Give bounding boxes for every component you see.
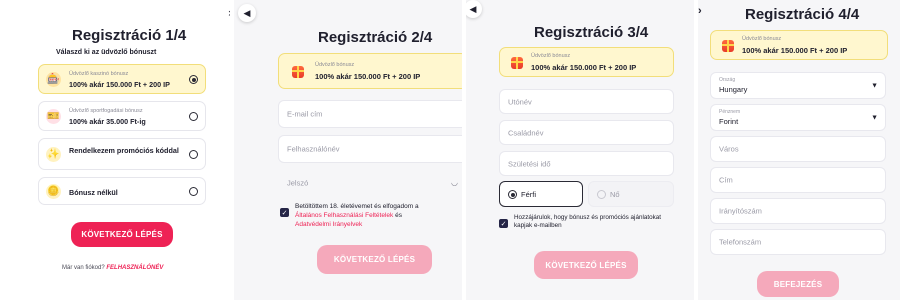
phone-placeholder: Telefonszám <box>719 237 762 247</box>
login-prefix-text: Már van fiókod? <box>62 265 105 271</box>
step3-title: Regisztráció 3/4 <box>534 24 649 41</box>
gift-icon <box>511 57 523 69</box>
casino-chip-icon: 🎰 <box>46 72 61 87</box>
password-placeholder: Jelszó <box>287 178 309 188</box>
next-step-button[interactable]: KÖVETKEZŐ LÉPÉS <box>317 245 432 274</box>
username-placeholder: Felhasználónév <box>287 144 340 154</box>
firstname-placeholder: Utónév <box>508 97 532 106</box>
country-select[interactable]: Ország Hungary ▼ <box>710 72 886 99</box>
password-field[interactable]: Jelszó ◡ <box>278 170 462 196</box>
currency-label: Pénznem <box>719 109 741 115</box>
bonus-option-title: Rendelkezem promóciós kóddal <box>69 146 179 155</box>
gift-icon <box>722 40 734 52</box>
bonus-banner-title: 100% akár 150.000 Ft + 200 IP <box>531 63 637 72</box>
terms-link-privacy[interactable]: Adatvédelmi Irányelvek <box>295 221 362 228</box>
terms-checkbox[interactable]: ✓ <box>280 208 289 217</box>
email-field[interactable]: E-mail cím <box>278 100 462 128</box>
login-prompt: Már van fiókod? FELHASZNÁLÓNÉV <box>62 265 163 271</box>
lastname-field[interactable]: Családnév <box>499 120 674 145</box>
lastname-placeholder: Családnév <box>508 128 544 137</box>
selected-bonus-banner: Üdvözlő bónusz 100% akár 150.000 Ft + 20… <box>710 30 888 60</box>
selected-bonus-banner: Üdvözlő bónusz 100% akár 150.000 Ft + 20… <box>499 47 674 77</box>
bonus-option-title: Bónusz nélkül <box>69 188 118 197</box>
address-field[interactable]: Cím <box>710 167 886 193</box>
email-placeholder: E-mail cím <box>287 109 323 119</box>
country-label: Ország <box>719 77 736 83</box>
gift-icon <box>292 66 304 78</box>
coin-icon: 🪙 <box>46 184 61 199</box>
bonus-radio-casino[interactable] <box>189 75 198 84</box>
terms-link-general[interactable]: Általános Felhasználási Feltételek <box>295 212 393 219</box>
country-value: Hungary <box>719 85 748 94</box>
terms-and: és <box>393 212 402 219</box>
back-icon[interactable]: ◀ <box>466 0 482 18</box>
login-link[interactable]: FELHASZNÁLÓNÉV <box>106 265 163 271</box>
gender-male-radio[interactable] <box>508 190 517 199</box>
bonus-option-small: Üdvözlő sportfogadási bónusz <box>69 108 143 114</box>
bonus-option-casino[interactable]: 🎰 Üdvözlő kaszinó bónusz 100% akár 150.0… <box>38 64 206 94</box>
gender-female-label: Nő <box>610 190 620 199</box>
eye-icon[interactable]: ◡ <box>451 178 458 187</box>
bonus-radio-promo[interactable] <box>189 150 198 159</box>
city-field[interactable]: Város <box>710 136 886 162</box>
bonus-option-small: Üdvözlő kaszinó bónusz <box>69 71 129 77</box>
promo-sparkle-icon: ✨ <box>46 147 61 162</box>
city-placeholder: Város <box>719 144 739 154</box>
step1-subtitle: Válaszd ki az üdvözlő bónuszt <box>56 49 157 56</box>
step4-panel: › Regisztráció 4/4 Üdvözlő bónusz 100% a… <box>698 0 900 300</box>
step2-panel: ◀ Regisztráció 2/4 Üdvözlő bónusz 100% a… <box>234 0 462 300</box>
registration-wizard-stage: Regisztráció 1/4 Válaszd ki az üdvözlő b… <box>0 0 900 300</box>
step4-title: Regisztráció 4/4 <box>745 6 860 23</box>
firstname-field[interactable]: Utónév <box>499 89 674 114</box>
phone-field[interactable]: Telefonszám <box>710 229 886 255</box>
bonus-banner-small: Üdvözlő bónusz <box>531 53 571 59</box>
step3-panel: ◀ Regisztráció 3/4 Üdvözlő bónusz 100% a… <box>466 0 694 300</box>
currency-value: Forint <box>719 117 739 126</box>
bonus-option-sport[interactable]: 🎫 Üdvözlő sportfogadási bónusz 100% akár… <box>38 101 206 131</box>
forward-icon[interactable]: › <box>698 5 702 17</box>
bonus-option-title: 100% akár 35.000 Ft-ig <box>69 117 146 126</box>
next-step-button[interactable]: KÖVETKEZŐ LÉPÉS <box>534 251 638 279</box>
marketing-consent-text: Hozzájárulok, hogy bónusz és promóciós a… <box>514 214 662 229</box>
bonus-option-title: 100% akár 150.000 Ft + 200 IP <box>69 80 170 89</box>
bonus-radio-none[interactable] <box>189 187 198 196</box>
currency-select[interactable]: Pénznem Forint ▼ <box>710 104 886 131</box>
gender-female-option[interactable]: Nő <box>588 181 674 207</box>
gender-female-radio[interactable] <box>597 190 606 199</box>
selected-bonus-banner: Üdvözlő bónusz 100% akár 150.000 Ft + 20… <box>278 53 462 89</box>
birthdate-placeholder: Születési idő <box>508 159 551 168</box>
step2-title: Regisztráció 2/4 <box>318 29 433 46</box>
next-step-button[interactable]: KÖVETKEZŐ LÉPÉS <box>71 222 173 247</box>
gender-male-option[interactable]: Férfi <box>499 181 583 207</box>
bonus-radio-sport[interactable] <box>189 112 198 121</box>
bonus-banner-small: Üdvözlő bónusz <box>315 62 355 68</box>
finish-button[interactable]: BEFEJEZÉS <box>757 271 839 297</box>
terms-consent-text: Betöltöttem 18. életévemet és elfogadom … <box>295 202 462 229</box>
zip-placeholder: Irányítószám <box>719 206 762 216</box>
bonus-banner-title: 100% akár 150.000 Ft + 200 IP <box>742 46 848 55</box>
close-icon[interactable]: × <box>228 8 230 20</box>
chevron-down-icon: ▼ <box>871 82 878 89</box>
terms-text: Betöltöttem 18. életévemet és elfogadom … <box>295 203 419 210</box>
birthdate-field[interactable]: Születési idő <box>499 151 674 176</box>
zip-field[interactable]: Irányítószám <box>710 198 886 224</box>
bonus-option-none[interactable]: 🪙 Bónusz nélkül <box>38 177 206 205</box>
sports-bet-icon: 🎫 <box>46 109 61 124</box>
bonus-banner-title: 100% akár 150.000 Ft + 200 IP <box>315 72 421 81</box>
gender-male-label: Férfi <box>521 190 536 199</box>
step1-panel: Regisztráció 1/4 Válaszd ki az üdvözlő b… <box>0 0 230 300</box>
back-icon[interactable]: ◀ <box>238 4 256 22</box>
bonus-option-promo-code[interactable]: ✨ Rendelkezem promóciós kóddal <box>38 138 206 170</box>
bonus-banner-small: Üdvözlő bónusz <box>742 36 782 42</box>
username-field[interactable]: Felhasználónév <box>278 135 462 163</box>
address-placeholder: Cím <box>719 175 733 185</box>
step1-title: Regisztráció 1/4 <box>72 27 187 44</box>
marketing-checkbox[interactable]: ✓ <box>499 219 508 228</box>
chevron-down-icon: ▼ <box>871 114 878 121</box>
